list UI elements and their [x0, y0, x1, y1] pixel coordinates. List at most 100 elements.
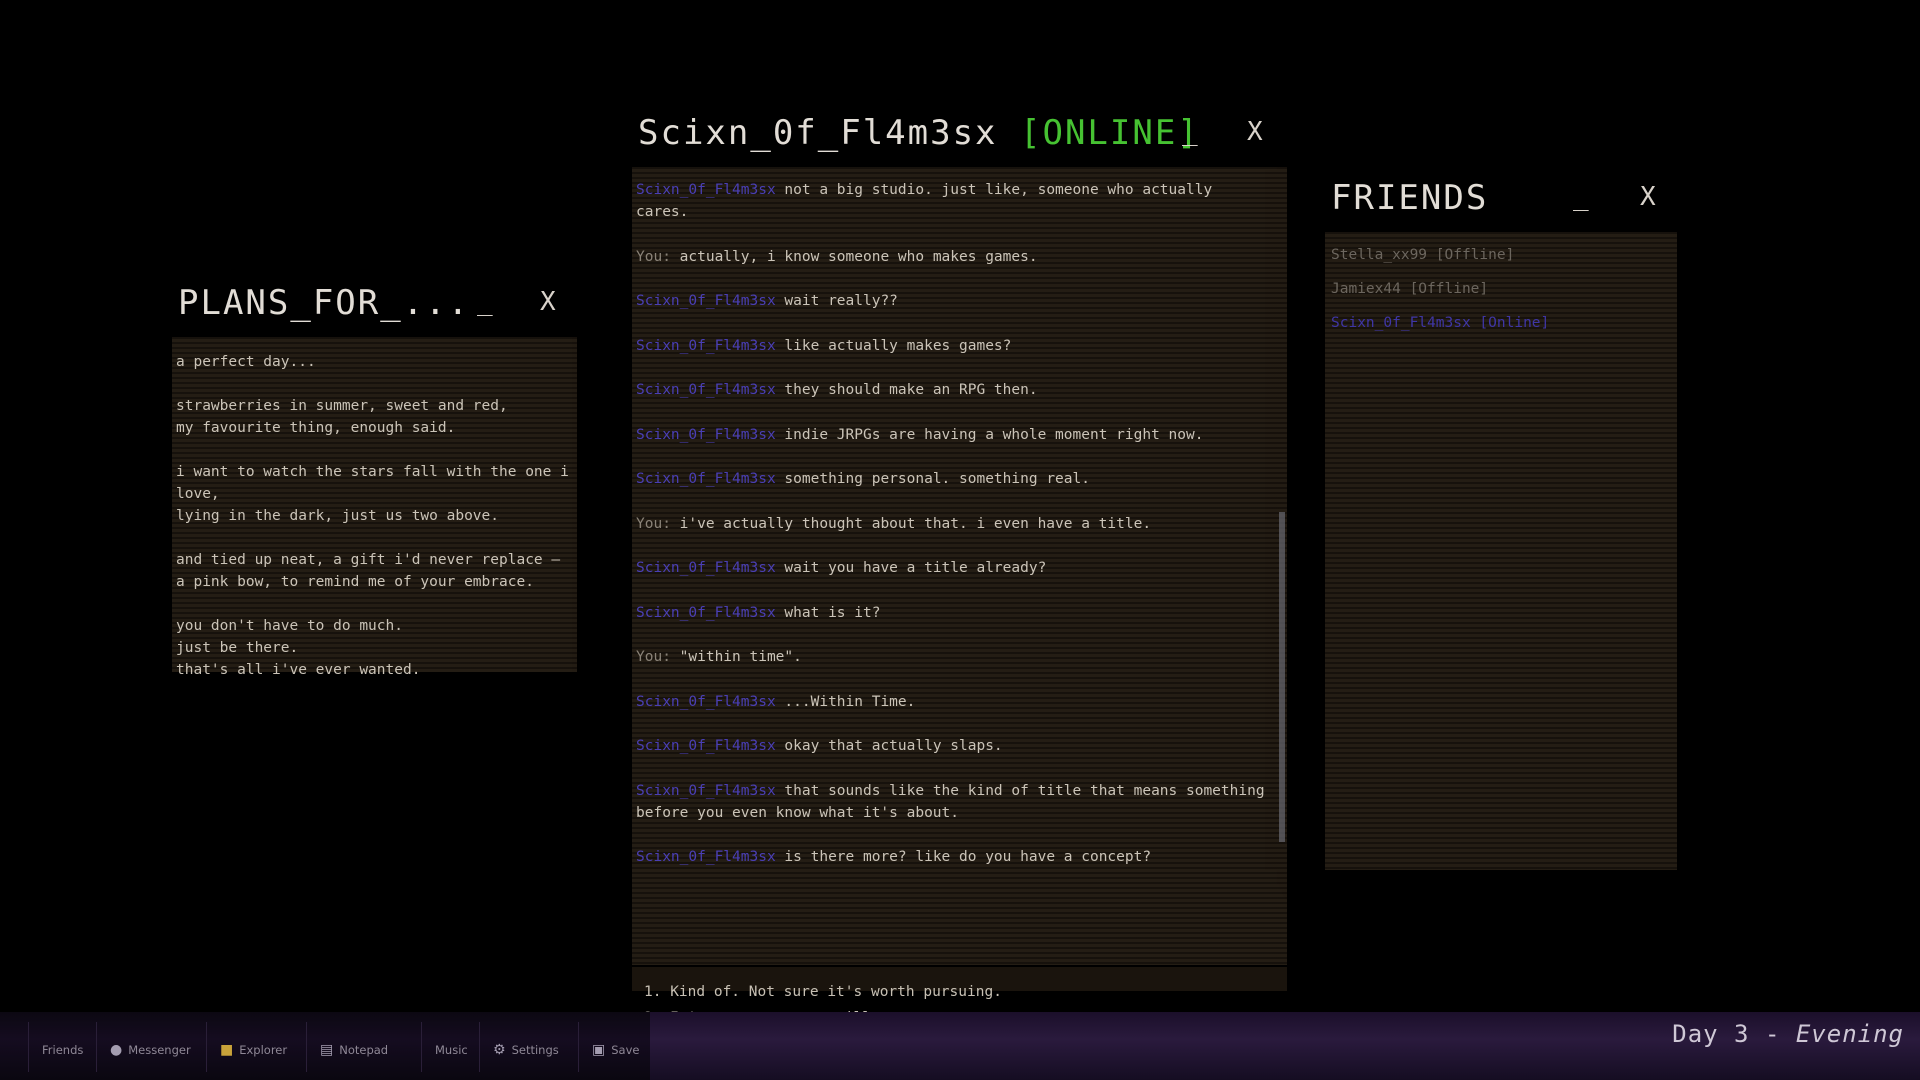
- poem-stanza: a perfect day...: [176, 351, 573, 373]
- messenger-window: Scixn_0f_Fl4m3sx [ONLINE] _ X Scixn_0f_F…: [632, 105, 1287, 1026]
- message-text: ...Within Time.: [784, 693, 916, 710]
- taskbar-music-button[interactable]: Music: [435, 1036, 468, 1064]
- taskbar-label: Settings: [511, 1043, 559, 1057]
- message-sender[interactable]: Scixn_0f_Fl4m3sx: [636, 382, 776, 398]
- chat-message: Scixn_0f_Fl4m3sx what is it?: [636, 602, 1271, 624]
- close-button[interactable]: X: [540, 287, 556, 317]
- message-sender[interactable]: Scixn_0f_Fl4m3sx: [636, 783, 776, 799]
- friend-name: Stella_xx99: [1331, 247, 1428, 263]
- notepad-titlebar[interactable]: PLANS_FOR_... _ X: [172, 275, 577, 337]
- friend-status: [Online]: [1479, 315, 1550, 331]
- message-text: something personal. something real.: [784, 471, 1090, 487]
- poem-line: a pink bow, to remind me of your embrace…: [176, 574, 534, 590]
- poem-line: lying in the dark, just us two above.: [176, 508, 500, 524]
- chat-message: Scixn_0f_Fl4m3sx okay that actually slap…: [636, 735, 1271, 757]
- message-sender[interactable]: Scixn_0f_Fl4m3sx: [636, 427, 776, 443]
- friend-item[interactable]: Jamiex44 [Offline]: [1325, 272, 1677, 306]
- close-button[interactable]: X: [1640, 182, 1656, 212]
- message-text: wait really??: [784, 293, 898, 309]
- poem-stanza: and tied up neat, a gift i'd never repla…: [176, 549, 573, 593]
- friends-window: FRIENDS _ X Stella_xx99 [Offline] Jamiex4…: [1325, 170, 1677, 870]
- taskbar-label: Music: [435, 1043, 468, 1057]
- taskbar-label: Notepad: [339, 1043, 389, 1057]
- taskbar-separator: [96, 1022, 97, 1072]
- friend-item[interactable]: Stella_xx99 [Offline]: [1325, 238, 1677, 272]
- reply-choices: 1. Kind of. Not sure it's worth pursuing…: [632, 967, 1287, 1026]
- taskbar-label: Save: [611, 1043, 640, 1057]
- reply-choice-1[interactable]: 1. Kind of. Not sure it's worth pursuing…: [644, 979, 1275, 1005]
- taskbar-save-button[interactable]: ▣ Save: [592, 1036, 639, 1064]
- taskbar-notepad-button[interactable]: ▤ Notepad: [320, 1036, 388, 1064]
- message-sender[interactable]: Scixn_0f_Fl4m3sx: [636, 738, 776, 754]
- contact-name: Scixn_0f_Fl4m3sx: [638, 113, 998, 153]
- message-text: i've actually thought about that. i even…: [679, 515, 1152, 532]
- message-text: like actually makes games?: [784, 337, 1012, 354]
- message-text: they should make an RPG then.: [784, 382, 1038, 398]
- friend-status: [Offline]: [1409, 281, 1489, 297]
- message-sender[interactable]: Scixn_0f_Fl4m3sx: [636, 338, 776, 354]
- message-text: is there more? like do you have a concep…: [784, 849, 1152, 865]
- poem-line: love,: [176, 486, 220, 502]
- message-text: actually, i know someone who makes games…: [679, 248, 1038, 265]
- notepad-text-area[interactable]: a perfect day... strawberries in summer, …: [172, 337, 577, 678]
- chat-message: Scixn_0f_Fl4m3sx that sounds like the ki…: [636, 780, 1271, 824]
- chat-scrollbar[interactable]: [1279, 167, 1285, 965]
- friends-list: Stella_xx99 [Offline] Jamiex44 [Offline] S…: [1325, 232, 1677, 870]
- chat-title: Scixn_0f_Fl4m3sx [ONLINE]: [638, 113, 1200, 153]
- chat-log[interactable]: Scixn_0f_Fl4m3sx not a big studio. just …: [632, 167, 1287, 1026]
- taskbar-separator: [421, 1022, 422, 1072]
- chat-bubble-icon: ●: [110, 1042, 123, 1058]
- message-sender-you: You:: [636, 515, 671, 532]
- minimize-button[interactable]: _: [1573, 182, 1589, 212]
- chat-message: Scixn_0f_Fl4m3sx not a big studio. just …: [636, 179, 1271, 223]
- message-list: Scixn_0f_Fl4m3sx not a big studio. just …: [632, 167, 1275, 965]
- day-time-indicator: Day 3 - Evening: [1672, 1020, 1904, 1048]
- chat-message: Scixn_0f_Fl4m3sx wait really??: [636, 290, 1271, 312]
- message-sender[interactable]: Scixn_0f_Fl4m3sx: [636, 849, 776, 865]
- friends-title: FRIENDS: [1331, 178, 1489, 218]
- taskbar-label: Friends: [42, 1043, 84, 1057]
- poem-line: my favourite thing, enough said.: [176, 420, 456, 436]
- message-sender[interactable]: Scixn_0f_Fl4m3sx: [636, 182, 776, 198]
- message-sender-you: You:: [636, 248, 671, 265]
- chat-message: You: i've actually thought about that. i…: [636, 513, 1271, 535]
- poem-line: a perfect day...: [176, 354, 316, 370]
- chat-message: You: "within time".: [636, 646, 1271, 668]
- poem-line: that's all i've ever wanted.: [176, 662, 421, 678]
- chat-message: Scixn_0f_Fl4m3sx they should make an RPG…: [636, 379, 1271, 401]
- chat-message: Scixn_0f_Fl4m3sx something personal. som…: [636, 468, 1271, 490]
- poem-stanza: you don't have to do much. just be there.…: [176, 615, 573, 681]
- friends-titlebar[interactable]: FRIENDS _ X: [1325, 170, 1677, 232]
- message-sender-you: You:: [636, 649, 671, 665]
- poem-line: strawberries in summer, sweet and red,: [176, 398, 508, 414]
- minimize-button[interactable]: _: [1182, 117, 1198, 147]
- chat-message: You: actually, i know someone who makes …: [636, 246, 1271, 268]
- taskbar-explorer-button[interactable]: ■ Explorer: [220, 1036, 287, 1064]
- gear-icon: ⚙: [493, 1042, 506, 1058]
- floppy-disk-icon: ▣: [592, 1042, 606, 1058]
- friend-name: Jamiex44: [1331, 281, 1401, 297]
- close-button[interactable]: X: [1247, 117, 1263, 147]
- friend-item[interactable]: Scixn_0f_Fl4m3sx [Online]: [1325, 306, 1677, 340]
- messenger-titlebar[interactable]: Scixn_0f_Fl4m3sx [ONLINE] _ X: [632, 105, 1287, 167]
- message-text: wait you have a title already?: [784, 560, 1047, 576]
- message-sender[interactable]: Scixn_0f_Fl4m3sx: [636, 605, 776, 621]
- chat-message: Scixn_0f_Fl4m3sx like actually makes gam…: [636, 335, 1271, 357]
- taskbar: Friends ● Messenger ■ Explorer ▤ Notepad Music ⚙…: [0, 1012, 1920, 1080]
- taskbar-separator: [206, 1022, 207, 1072]
- message-sender[interactable]: Scixn_0f_Fl4m3sx: [636, 560, 776, 576]
- minimize-button[interactable]: _: [477, 287, 493, 317]
- taskbar-friends-button[interactable]: Friends: [42, 1036, 83, 1064]
- taskbar-separator: [479, 1022, 480, 1072]
- poem-line: i want to watch the stars fall with the …: [176, 464, 569, 480]
- period-label: Evening: [1795, 1020, 1904, 1048]
- scrollbar-thumb[interactable]: [1279, 512, 1285, 842]
- message-sender[interactable]: Scixn_0f_Fl4m3sx: [636, 694, 776, 710]
- message-sender[interactable]: Scixn_0f_Fl4m3sx: [636, 471, 776, 487]
- message-sender[interactable]: Scixn_0f_Fl4m3sx: [636, 293, 776, 309]
- day-label: Day 3 -: [1672, 1020, 1796, 1048]
- taskbar-messenger-button[interactable]: ● Messenger: [110, 1036, 191, 1064]
- taskbar-settings-button[interactable]: ⚙ Settings: [493, 1036, 559, 1064]
- online-status: [ONLINE]: [1020, 113, 1200, 153]
- document-icon: ▤: [320, 1042, 334, 1058]
